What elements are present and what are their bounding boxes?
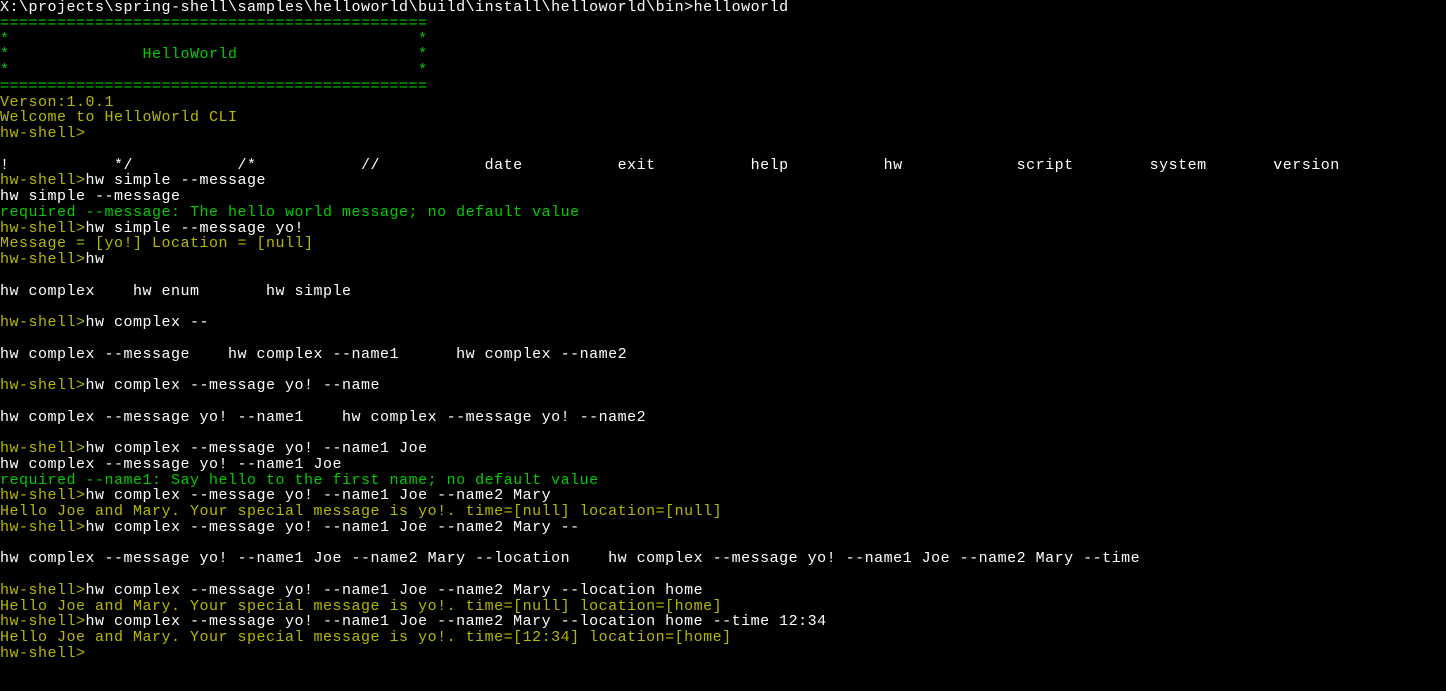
- terminal-segment: hw-shell>: [0, 487, 86, 504]
- terminal-line: Verson:1.0.1: [0, 95, 1446, 111]
- terminal-segment: hw-shell>: [0, 582, 86, 599]
- terminal-segment: hw complex --message yo! --name: [86, 377, 381, 394]
- terminal-line: X:\projects\spring-shell\samples\hellowo…: [0, 0, 1446, 16]
- terminal-line: hw-shell>hw complex --: [0, 315, 1446, 331]
- terminal-line: hw-shell>: [0, 646, 1446, 662]
- terminal-line: Welcome to HelloWorld CLI: [0, 110, 1446, 126]
- terminal-line: Hello Joe and Mary. Your special message…: [0, 630, 1446, 646]
- terminal-segment: hw simple --message: [86, 172, 267, 189]
- terminal-line: hw complex --message yo! --name1 Joe: [0, 457, 1446, 473]
- terminal-segment: hw-shell>: [0, 440, 86, 457]
- terminal-line: hw-shell>hw simple --message yo!: [0, 221, 1446, 237]
- terminal-line: [0, 536, 1446, 552]
- terminal-line: hw-shell>: [0, 126, 1446, 142]
- terminal-line: [0, 362, 1446, 378]
- terminal-line: hw-shell>hw complex --message yo! --name…: [0, 441, 1446, 457]
- terminal-line: hw complex --message hw complex --name1 …: [0, 347, 1446, 363]
- terminal-segment: hw-shell>: [0, 519, 86, 536]
- terminal-line: hw-shell>hw complex --message yo! --name…: [0, 488, 1446, 504]
- terminal-line: [0, 299, 1446, 315]
- terminal-line: [0, 425, 1446, 441]
- terminal-line: hw-shell>hw simple --message: [0, 173, 1446, 189]
- terminal-line: [0, 567, 1446, 583]
- terminal-segment: hw-shell>: [0, 613, 86, 630]
- terminal-line: [0, 394, 1446, 410]
- terminal-segment: hw-shell>: [0, 220, 86, 237]
- terminal-line: ========================================…: [0, 79, 1446, 95]
- terminal-line: hw-shell>hw complex --message yo! --name…: [0, 520, 1446, 536]
- terminal-line: [0, 331, 1446, 347]
- terminal-line: hw complex --message yo! --name1 Joe --n…: [0, 551, 1446, 567]
- terminal-segment: hw complex --: [86, 314, 210, 331]
- terminal-line: * *: [0, 63, 1446, 79]
- terminal-line: [0, 268, 1446, 284]
- terminal-line: * HelloWorld *: [0, 47, 1446, 63]
- terminal-segment: hw simple --message yo!: [86, 220, 305, 237]
- terminal-line: Message = [yo!] Location = [null]: [0, 236, 1446, 252]
- terminal-segment: hw-shell>: [0, 172, 86, 189]
- terminal-line: hw complex --message yo! --name1 hw comp…: [0, 410, 1446, 426]
- terminal-line: Hello Joe and Mary. Your special message…: [0, 504, 1446, 520]
- terminal-segment: hw: [86, 251, 105, 268]
- terminal-line: hw-shell>hw complex --message yo! --name: [0, 378, 1446, 394]
- terminal-line: required --name1: Say hello to the first…: [0, 473, 1446, 489]
- terminal-segment: hw-shell>: [0, 377, 86, 394]
- terminal-segment: hw complex --message yo! --name1 Joe --n…: [86, 519, 580, 536]
- terminal-line: ========================================…: [0, 16, 1446, 32]
- terminal-segment: hw complex --message yo! --name1 Joe --n…: [86, 582, 704, 599]
- terminal-window[interactable]: X:\projects\spring-shell\samples\hellowo…: [0, 0, 1446, 662]
- terminal-segment: hw-shell>: [0, 314, 86, 331]
- terminal-segment: hw complex --message yo! --name1 Joe: [86, 440, 428, 457]
- terminal-line: hw simple --message: [0, 189, 1446, 205]
- terminal-segment: hw-shell>: [0, 251, 86, 268]
- terminal-line: * *: [0, 32, 1446, 48]
- terminal-line: hw complex hw enum hw simple: [0, 284, 1446, 300]
- terminal-line: ! */ /* // date exit help hw script syst…: [0, 158, 1446, 174]
- terminal-line: Hello Joe and Mary. Your special message…: [0, 599, 1446, 615]
- terminal-segment: hw complex --message yo! --name1 Joe --n…: [86, 487, 552, 504]
- terminal-line: required --message: The hello world mess…: [0, 205, 1446, 221]
- terminal-line: hw-shell>hw complex --message yo! --name…: [0, 583, 1446, 599]
- terminal-segment: hw complex --message yo! --name1 Joe --n…: [86, 613, 827, 630]
- terminal-line: hw-shell>hw: [0, 252, 1446, 268]
- terminal-line: [0, 142, 1446, 158]
- terminal-line: hw-shell>hw complex --message yo! --name…: [0, 614, 1446, 630]
